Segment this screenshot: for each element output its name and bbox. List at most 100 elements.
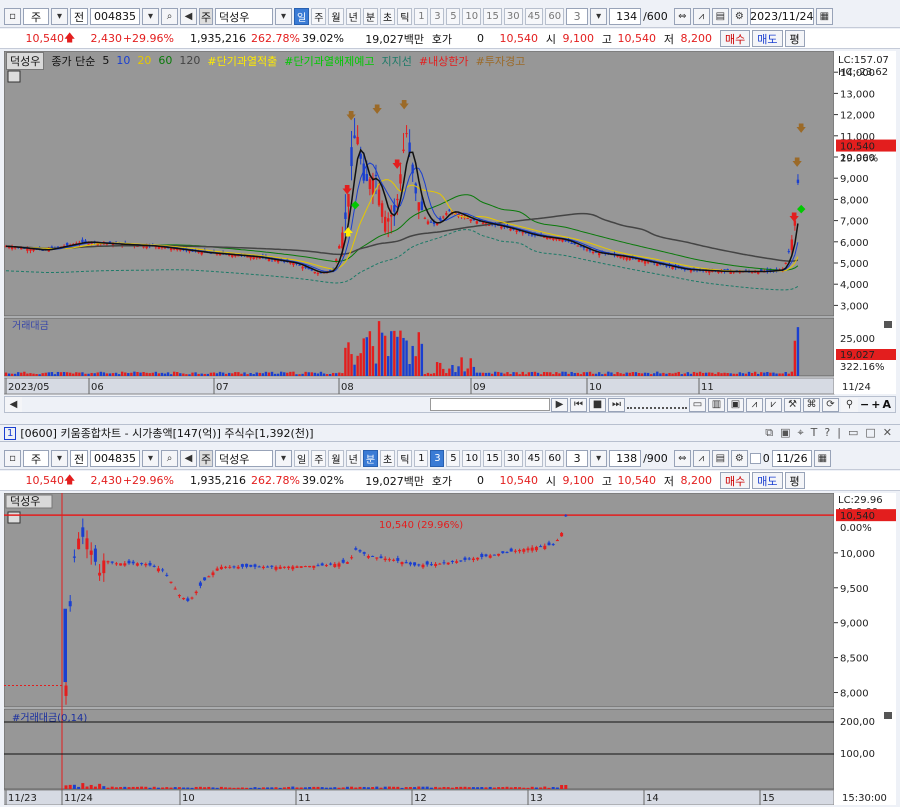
speaker-icon[interactable]: ◀ [180, 450, 197, 467]
market-prefix[interactable]: 주 [23, 8, 49, 25]
sell-button[interactable]: 매도 [752, 30, 783, 47]
chevron-down-icon[interactable]: ▾ [142, 8, 159, 25]
interval-select[interactable]: 3 [566, 450, 589, 467]
minute-3-button[interactable]: 3 [430, 8, 445, 25]
close-icon[interactable]: ✕ [883, 426, 892, 440]
chevron-down-icon[interactable]: ▾ [590, 450, 608, 467]
period-tick-button[interactable]: 틱 [397, 450, 413, 467]
speaker-icon[interactable]: ◀ [180, 8, 197, 25]
stock-code-input[interactable]: 004835 [90, 450, 140, 467]
upper-price-chart[interactable]: 14,00013,00012,00011,00010,0009,0008,000… [4, 51, 896, 396]
stop-icon[interactable]: ■ [589, 397, 606, 412]
chart-icon[interactable]: ▥ [708, 397, 725, 412]
chevron-down-icon[interactable]: ▾ [590, 8, 608, 25]
minute-60-button[interactable]: 60 [545, 8, 565, 25]
minute-1-button[interactable]: 1 [414, 8, 429, 25]
date-input[interactable]: 11/26 [771, 450, 812, 467]
minute-45-button[interactable]: 45 [524, 450, 544, 467]
minute-5-button[interactable]: 5 [446, 450, 461, 467]
scroll-thumb[interactable] [430, 398, 550, 411]
forward-icon[interactable]: ⏭ [608, 397, 625, 412]
scroll-left-icon[interactable]: ◀ [5, 397, 22, 412]
search-icon[interactable]: ⌕ [161, 450, 178, 467]
draw-icon[interactable]: ⩘ [746, 397, 763, 412]
zoom-icon[interactable]: ⇔ [673, 450, 691, 467]
prev-label[interactable]: 전 [70, 8, 88, 25]
gear-icon[interactable]: ⚙ [730, 8, 748, 25]
font-size-icon[interactable]: A [882, 398, 891, 411]
lower-intraday-chart[interactable]: 덕성우10,0009,5009,0008,5008,000LC:29.96HC:… [4, 493, 896, 805]
minute-10-button[interactable]: 10 [462, 450, 482, 467]
zoom-icon[interactable]: ⇔ [673, 8, 691, 25]
sell-button[interactable]: 매도 [752, 472, 783, 489]
text-icon[interactable]: T [811, 426, 818, 440]
minute-30-button[interactable]: 30 [503, 450, 523, 467]
copy-icon[interactable]: ▣ [727, 397, 744, 412]
rewind-icon[interactable]: ⏮ [570, 397, 587, 412]
date-input[interactable]: 2023/11/24 [749, 8, 814, 25]
chevron-down-icon[interactable]: ▾ [51, 450, 68, 467]
chevron-down-icon[interactable]: ▾ [275, 450, 292, 467]
legend-stock-name[interactable]: 덕성우 [6, 51, 45, 70]
period-month-button[interactable]: 월 [328, 8, 344, 25]
chart-type-icon[interactable]: ⩘ [692, 8, 710, 25]
help-icon[interactable]: ? [824, 426, 830, 440]
line-icon[interactable]: ⩗ [765, 397, 782, 412]
prev-label[interactable]: 전 [70, 450, 88, 467]
minute-5-button[interactable]: 5 [446, 8, 461, 25]
count-input[interactable]: 138 [609, 450, 642, 467]
stock-name-input[interactable]: 덕성우 [215, 450, 273, 467]
stock-name-input[interactable]: 덕성우 [215, 8, 273, 25]
minimize-icon[interactable]: ▭ [848, 426, 858, 440]
period-second-button[interactable]: 초 [380, 450, 396, 467]
buy-button[interactable]: 매수 [720, 30, 751, 47]
period-tick-button[interactable]: 틱 [397, 8, 413, 25]
market-prefix[interactable]: 주 [23, 450, 49, 467]
copy-icon[interactable]: ▣ [780, 426, 790, 440]
evaluate-button[interactable]: 평 [784, 30, 805, 47]
calendar-icon[interactable]: ▦ [813, 450, 831, 467]
period-day-button[interactable]: 일 [294, 450, 310, 467]
minute-1-button[interactable]: 1 [414, 450, 429, 467]
save-icon[interactable]: ▤ [711, 8, 729, 25]
minute-15-button[interactable]: 15 [483, 450, 502, 467]
minute-15-button[interactable]: 15 [483, 8, 502, 25]
chevron-down-icon[interactable]: ▾ [275, 8, 292, 25]
search-icon[interactable]: ⌕ [161, 8, 178, 25]
upper-scrollbar[interactable]: ◀ ▶ ⏮ ■ ⏭ ▭ ▥ ▣ ⩘ ⩗ ⚒ ⌘ ⟳ ⚲ − + A [4, 396, 896, 413]
save-icon[interactable]: ▤ [711, 450, 729, 467]
chevron-down-icon[interactable]: ▾ [51, 8, 68, 25]
buy-button[interactable]: 매수 [720, 472, 751, 489]
checkbox[interactable] [749, 453, 761, 464]
minute-3-button[interactable]: 3 [430, 450, 445, 467]
minute-60-button[interactable]: 60 [545, 450, 565, 467]
minus-icon[interactable]: − [860, 398, 869, 411]
period-year-button[interactable]: 년 [345, 450, 361, 467]
window-restore-icon[interactable]: ▫ [4, 450, 21, 467]
pin-icon[interactable]: ⌖ [797, 426, 803, 440]
count-input[interactable]: 134 [609, 8, 642, 25]
tools-icon[interactable]: ⚒ [784, 397, 801, 412]
period-second-button[interactable]: 초 [380, 8, 396, 25]
period-minute-button[interactable]: 분 [362, 8, 379, 25]
plus-icon[interactable]: + [871, 398, 880, 411]
period-week-button[interactable]: 주 [311, 8, 327, 25]
magnet-icon[interactable]: ⌘ [803, 397, 820, 412]
evaluate-button[interactable]: 평 [784, 472, 805, 489]
period-month-button[interactable]: 월 [328, 450, 344, 467]
maximize-icon[interactable]: □ [865, 426, 875, 440]
period-day-button[interactable]: 일 [294, 8, 310, 25]
period-year-button[interactable]: 년 [345, 8, 361, 25]
stock-code-input[interactable]: 004835 [90, 8, 140, 25]
zoom-icon[interactable]: ▭ [689, 397, 706, 412]
minute-45-button[interactable]: 45 [524, 8, 544, 25]
zoom-out-icon[interactable]: ⚲ [841, 397, 858, 412]
period-week-button[interactable]: 주 [311, 450, 327, 467]
period-minute-button[interactable]: 분 [362, 450, 379, 467]
calendar-icon[interactable]: ▦ [815, 8, 833, 25]
minute-10-button[interactable]: 10 [462, 8, 482, 25]
window-restore-icon[interactable]: ▫ [4, 8, 21, 25]
chevron-down-icon[interactable]: ▾ [142, 450, 159, 467]
link-icon[interactable]: ⧉ [765, 426, 773, 440]
interval-select[interactable]: 3 [566, 8, 589, 25]
